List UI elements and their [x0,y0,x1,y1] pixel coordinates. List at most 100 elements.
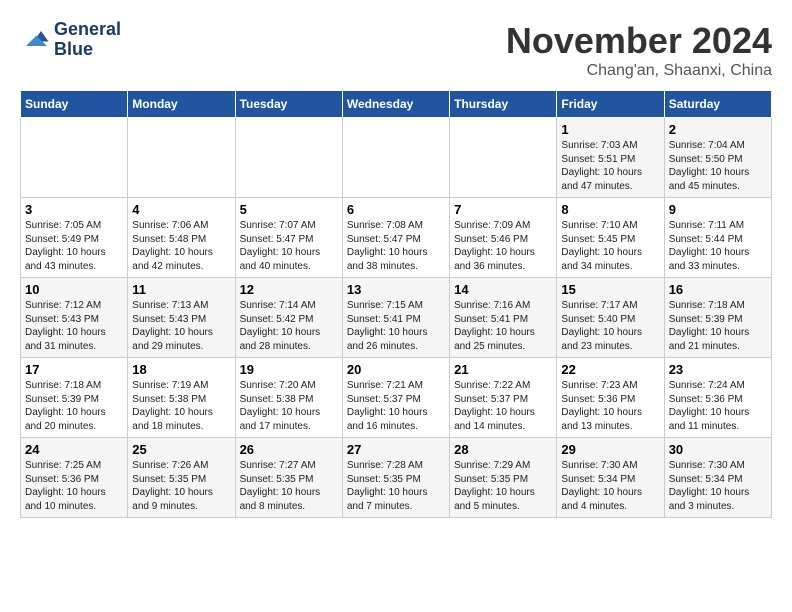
header: General Blue November 2024 Chang'an, Sha… [20,20,772,80]
calendar-cell [21,118,128,198]
calendar-cell: 25 Sunrise: 7:26 AM Sunset: 5:35 PM Dayli… [128,438,235,518]
calendar-cell: 14Sunrise: 7:16 AM Sunset: 5:41 PM Dayli… [450,278,557,358]
day-info: Sunrise: 7:30 AM Sunset: 5:34 PM Dayligh… [669,459,767,513]
day-info: Sunrise: 7:20 AM Sunset: 5:38 PM Dayligh… [240,379,338,433]
day-info: Sunrise: 7:24 AM Sunset: 5:36 PM Dayligh… [669,379,767,433]
day-number: 9 [669,202,767,217]
day-info: Sunrise: 7:07 AM Sunset: 5:47 PM Dayligh… [240,219,338,273]
weekday-header-monday: Monday [128,91,235,118]
calendar-cell: 23 Sunrise: 7:24 AM Sunset: 5:36 PM Dayli… [664,358,771,438]
calendar-cell: 13 Sunrise: 7:15 AM Sunset: 5:41 PM Dayli… [342,278,449,358]
day-number: 17 [25,362,123,377]
day-number: 10 [25,282,123,297]
week-row-0: 1 Sunrise: 7:03 AM Sunset: 5:51 PM Daylig… [21,118,772,198]
logo: General Blue [20,20,121,60]
day-info: Sunrise: 7:22 AM Sunset: 5:37 PM Dayligh… [454,379,552,433]
day-number: 19 [240,362,338,377]
day-number: 2 [669,122,767,137]
day-number: 13 [347,282,445,297]
calendar-cell: 29 Sunrise: 7:30 AM Sunset: 5:34 PM Dayli… [557,438,664,518]
day-number: 15 [561,282,659,297]
day-info: Sunrise: 7:15 AM Sunset: 5:41 PM Dayligh… [347,299,445,353]
calendar-cell: 7 Sunrise: 7:09 AM Sunset: 5:46 PM Daylig… [450,198,557,278]
calendar-cell: 16 Sunrise: 7:18 AM Sunset: 5:39 PM Dayli… [664,278,771,358]
day-info: Sunrise: 7:16 AM Sunset: 5:41 PM Dayligh… [454,299,552,353]
weekday-header-tuesday: Tuesday [235,91,342,118]
calendar-cell: 21 Sunrise: 7:22 AM Sunset: 5:37 PM Dayli… [450,358,557,438]
week-row-4: 24 Sunrise: 7:25 AM Sunset: 5:36 PM Dayli… [21,438,772,518]
calendar: SundayMondayTuesdayWednesdayThursdayFrid… [20,90,772,518]
calendar-cell: 24 Sunrise: 7:25 AM Sunset: 5:36 PM Dayli… [21,438,128,518]
day-info: Sunrise: 7:25 AM Sunset: 5:36 PM Dayligh… [25,459,123,513]
day-info: Sunrise: 7:11 AM Sunset: 5:44 PM Dayligh… [669,219,767,273]
day-number: 6 [347,202,445,217]
day-info: Sunrise: 7:06 AM Sunset: 5:48 PM Dayligh… [132,219,230,273]
logo-text: General Blue [54,20,121,60]
calendar-cell: 6 Sunrise: 7:08 AM Sunset: 5:47 PM Daylig… [342,198,449,278]
day-number: 22 [561,362,659,377]
calendar-cell: 30Sunrise: 7:30 AM Sunset: 5:34 PM Dayli… [664,438,771,518]
day-info: Sunrise: 7:30 AM Sunset: 5:34 PM Dayligh… [561,459,659,513]
day-info: Sunrise: 7:04 AM Sunset: 5:50 PM Dayligh… [669,139,767,193]
calendar-cell: 4 Sunrise: 7:06 AM Sunset: 5:48 PM Daylig… [128,198,235,278]
day-info: Sunrise: 7:14 AM Sunset: 5:42 PM Dayligh… [240,299,338,353]
title-area: November 2024 Chang'an, Shaanxi, China [506,20,772,80]
calendar-cell: 2 Sunrise: 7:04 AM Sunset: 5:50 PM Daylig… [664,118,771,198]
calendar-cell: 12 Sunrise: 7:14 AM Sunset: 5:42 PM Dayli… [235,278,342,358]
day-number: 4 [132,202,230,217]
day-number: 21 [454,362,552,377]
day-number: 29 [561,442,659,457]
calendar-cell: 17Sunrise: 7:18 AM Sunset: 5:39 PM Dayli… [21,358,128,438]
calendar-cell [342,118,449,198]
day-number: 12 [240,282,338,297]
week-row-3: 17Sunrise: 7:18 AM Sunset: 5:39 PM Dayli… [21,358,772,438]
weekday-header-saturday: Saturday [664,91,771,118]
day-number: 24 [25,442,123,457]
day-number: 25 [132,442,230,457]
location: Chang'an, Shaanxi, China [506,62,772,80]
calendar-cell: 22 Sunrise: 7:23 AM Sunset: 5:36 PM Dayli… [557,358,664,438]
weekday-header-thursday: Thursday [450,91,557,118]
day-info: Sunrise: 7:10 AM Sunset: 5:45 PM Dayligh… [561,219,659,273]
calendar-cell [235,118,342,198]
day-number: 27 [347,442,445,457]
day-number: 23 [669,362,767,377]
day-info: Sunrise: 7:19 AM Sunset: 5:38 PM Dayligh… [132,379,230,433]
day-number: 11 [132,282,230,297]
day-info: Sunrise: 7:18 AM Sunset: 5:39 PM Dayligh… [669,299,767,353]
calendar-cell: 5 Sunrise: 7:07 AM Sunset: 5:47 PM Daylig… [235,198,342,278]
weekday-header-friday: Friday [557,91,664,118]
week-row-2: 10 Sunrise: 7:12 AM Sunset: 5:43 PM Dayli… [21,278,772,358]
calendar-cell: 15 Sunrise: 7:17 AM Sunset: 5:40 PM Dayli… [557,278,664,358]
day-info: Sunrise: 7:23 AM Sunset: 5:36 PM Dayligh… [561,379,659,433]
day-info: Sunrise: 7:26 AM Sunset: 5:35 PM Dayligh… [132,459,230,513]
day-number: 28 [454,442,552,457]
day-number: 8 [561,202,659,217]
day-number: 5 [240,202,338,217]
day-number: 20 [347,362,445,377]
calendar-cell: 3Sunrise: 7:05 AM Sunset: 5:49 PM Daylig… [21,198,128,278]
day-info: Sunrise: 7:17 AM Sunset: 5:40 PM Dayligh… [561,299,659,353]
day-number: 3 [25,202,123,217]
day-number: 1 [561,122,659,137]
day-number: 7 [454,202,552,217]
calendar-cell: 28Sunrise: 7:29 AM Sunset: 5:35 PM Dayli… [450,438,557,518]
day-number: 18 [132,362,230,377]
day-number: 16 [669,282,767,297]
weekday-header-row: SundayMondayTuesdayWednesdayThursdayFrid… [21,91,772,118]
calendar-cell: 18 Sunrise: 7:19 AM Sunset: 5:38 PM Dayli… [128,358,235,438]
month-title: November 2024 [506,20,772,62]
weekday-header-wednesday: Wednesday [342,91,449,118]
day-info: Sunrise: 7:03 AM Sunset: 5:51 PM Dayligh… [561,139,659,193]
weekday-header-sunday: Sunday [21,91,128,118]
calendar-cell: 26Sunrise: 7:27 AM Sunset: 5:35 PM Dayli… [235,438,342,518]
calendar-cell: 10 Sunrise: 7:12 AM Sunset: 5:43 PM Dayli… [21,278,128,358]
calendar-cell: 1 Sunrise: 7:03 AM Sunset: 5:51 PM Daylig… [557,118,664,198]
logo-icon [20,25,50,55]
day-info: Sunrise: 7:09 AM Sunset: 5:46 PM Dayligh… [454,219,552,273]
day-info: Sunrise: 7:21 AM Sunset: 5:37 PM Dayligh… [347,379,445,433]
day-info: Sunrise: 7:08 AM Sunset: 5:47 PM Dayligh… [347,219,445,273]
calendar-cell: 27Sunrise: 7:28 AM Sunset: 5:35 PM Dayli… [342,438,449,518]
calendar-cell: 20 Sunrise: 7:21 AM Sunset: 5:37 PM Dayli… [342,358,449,438]
day-info: Sunrise: 7:12 AM Sunset: 5:43 PM Dayligh… [25,299,123,353]
